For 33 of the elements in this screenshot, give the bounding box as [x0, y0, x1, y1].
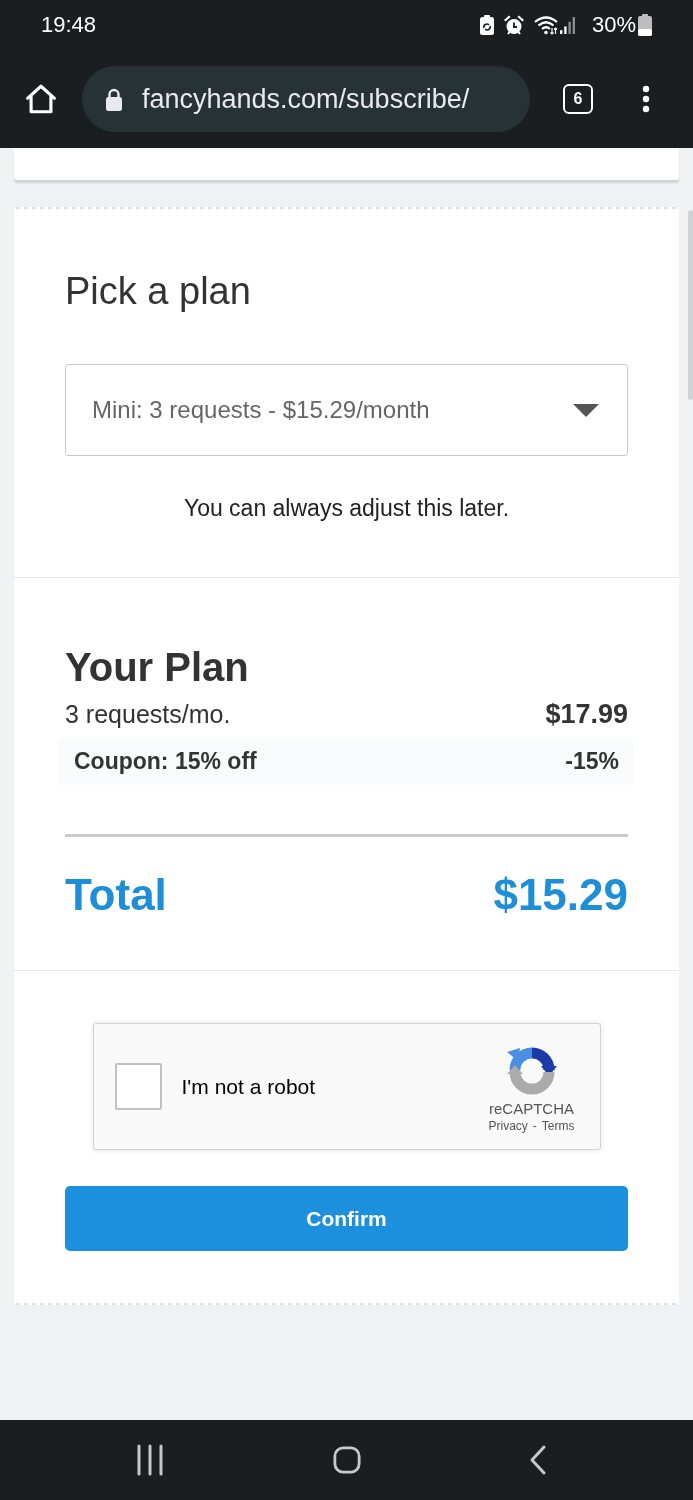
line-label: 3 requests/mo. — [65, 699, 231, 729]
plan-select[interactable]: Mini: 3 requests - $15.29/month — [65, 364, 628, 456]
line-label: Coupon: 15% off — [74, 748, 257, 775]
alarm-clock-icon — [502, 14, 525, 36]
total-label: Total — [65, 870, 167, 920]
captcha-label: I'm not a robot — [181, 1074, 316, 1099]
url-text: fancyhands.com/subscribe/ — [142, 83, 470, 115]
signal-bars-icon — [559, 16, 575, 34]
address-bar[interactable]: fancyhands.com/subscribe/ — [82, 66, 530, 132]
caret-icon — [573, 403, 599, 417]
battery-icon — [638, 14, 652, 36]
line-amount: $17.99 — [545, 698, 628, 730]
section-title: Pick a plan — [65, 269, 252, 314]
lock-icon — [105, 87, 123, 111]
captcha-link[interactable]: Terms — [541, 1118, 575, 1134]
status-time: 19:48 — [41, 12, 97, 38]
hint-text: You can always adjust this later. — [182, 494, 511, 522]
menu-icon[interactable] — [641, 85, 651, 113]
wifi-icon — [533, 15, 558, 35]
back-icon[interactable] — [529, 1445, 547, 1475]
home-icon[interactable] — [24, 82, 58, 116]
section-title: Your Plan — [65, 644, 250, 691]
line-amount: -15% — [565, 748, 619, 775]
captcha-link[interactable]: Privacy — [488, 1118, 528, 1134]
captcha-brand: reCAPTCHA — [489, 1099, 574, 1118]
battery-percent: 30% — [591, 12, 636, 38]
tab-count-button[interactable]: 6 — [563, 84, 593, 114]
recent-apps-icon[interactable] — [136, 1444, 164, 1476]
captcha-checkbox[interactable] — [114, 1063, 162, 1110]
battery-saver-icon — [479, 15, 494, 35]
link-separator: - — [532, 1118, 537, 1134]
home-button-icon[interactable] — [332, 1444, 361, 1476]
total-amount: $15.29 — [493, 870, 628, 920]
